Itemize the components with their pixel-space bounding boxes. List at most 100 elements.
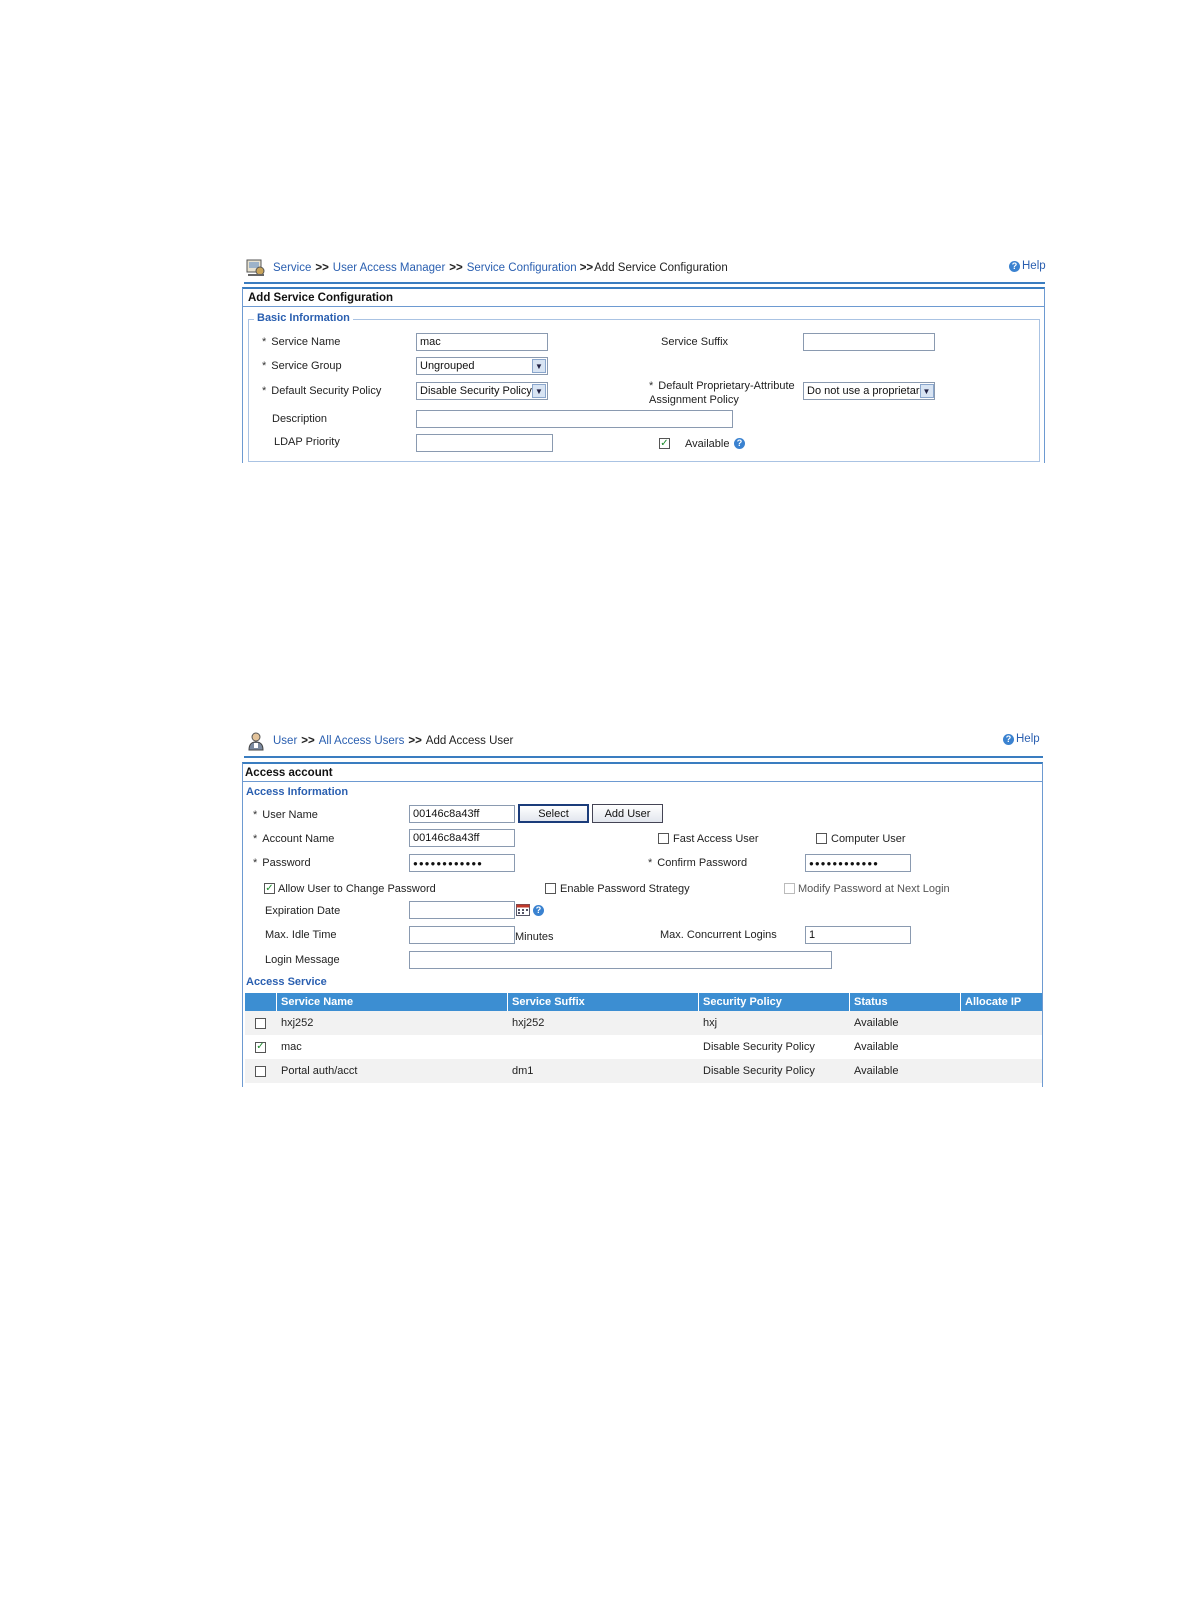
cell-allocate-ip bbox=[961, 1035, 1042, 1059]
row-checkbox[interactable] bbox=[255, 1065, 266, 1077]
cell-security-policy: Disable Security Policy bbox=[703, 1065, 815, 1077]
enable-password-strategy-checkbox[interactable] bbox=[545, 883, 556, 894]
header-rule bbox=[244, 756, 1043, 758]
breadcrumb-user-link[interactable]: User bbox=[273, 735, 297, 747]
cell-security-policy: Disable Security Policy bbox=[703, 1041, 815, 1053]
help-label: Help bbox=[1016, 733, 1040, 745]
cell-service-suffix: hxj252 bbox=[512, 1017, 545, 1029]
login-message-label: Login Message bbox=[265, 954, 340, 966]
breadcrumb-user-access-manager-link[interactable]: User Access Manager bbox=[333, 262, 446, 274]
chevron-down-icon[interactable]: ▼ bbox=[532, 359, 546, 373]
breadcrumb-separator: >> bbox=[301, 735, 315, 747]
help-icon: ? bbox=[1009, 260, 1020, 272]
cell-allocate-ip bbox=[961, 1011, 1042, 1035]
service-suffix-label: Service Suffix bbox=[661, 336, 729, 348]
description-label: Description bbox=[272, 413, 328, 425]
breadcrumb-service-configuration-link[interactable]: Service Configuration bbox=[467, 262, 577, 274]
select-button[interactable]: Select bbox=[518, 804, 589, 823]
breadcrumb-all-access-users-link[interactable]: All Access Users bbox=[319, 735, 405, 747]
access-service-table: Service Name Service Suffix Security Pol… bbox=[245, 993, 1042, 1083]
service-name-input[interactable]: mac bbox=[416, 333, 548, 351]
column-header-security-policy[interactable]: Security Policy bbox=[699, 993, 850, 1011]
breadcrumb-separator: >> bbox=[579, 262, 594, 274]
ldap-priority-input[interactable] bbox=[416, 434, 553, 452]
header-rule bbox=[244, 282, 1045, 284]
service-suffix-input[interactable] bbox=[803, 333, 935, 351]
cell-service-suffix: dm1 bbox=[512, 1065, 534, 1077]
modify-password-next-login-checkbox bbox=[784, 883, 795, 894]
breadcrumb-current: Add Service Configuration bbox=[594, 262, 728, 274]
table-header: Service Name Service Suffix Security Pol… bbox=[245, 993, 1042, 1011]
allow-change-password-checkbox[interactable]: ✓ bbox=[264, 883, 275, 894]
panel-title: Add Service Configuration bbox=[242, 287, 1045, 307]
cell-service-name: Portal auth/acct bbox=[281, 1065, 358, 1077]
fast-access-user-checkbox[interactable] bbox=[658, 833, 669, 844]
expiration-date-info-icon[interactable]: ? bbox=[533, 905, 544, 916]
breadcrumb: Service >> User Access Manager >> Servic… bbox=[246, 258, 728, 278]
computer-user-checkbox[interactable] bbox=[816, 833, 827, 844]
chevron-down-icon[interactable]: ▼ bbox=[919, 384, 934, 398]
breadcrumb-current: Add Access User bbox=[425, 735, 514, 747]
ldap-priority-label: LDAP Priority bbox=[274, 436, 340, 448]
default-proprietary-select[interactable]: Do not use a proprietar ▼ bbox=[803, 382, 935, 400]
column-header-status[interactable]: Status bbox=[850, 993, 961, 1011]
allow-change-password-label: Allow User to Change Password bbox=[278, 883, 436, 895]
help-link[interactable]: ? Help bbox=[1003, 733, 1040, 745]
cell-service-name: hxj252 bbox=[281, 1017, 314, 1029]
available-info-icon[interactable]: ? bbox=[734, 438, 745, 449]
help-link[interactable]: ? Help bbox=[1009, 260, 1046, 272]
breadcrumb-separator: >> bbox=[449, 262, 463, 274]
cell-status: Available bbox=[854, 1017, 899, 1029]
user-name-input[interactable]: 00146c8a43ff bbox=[409, 805, 515, 823]
max-concurrent-logins-label: Max. Concurrent Logins bbox=[660, 929, 777, 941]
service-page-icon bbox=[246, 259, 265, 276]
password-label: * Password bbox=[253, 857, 311, 869]
expiration-date-input[interactable] bbox=[409, 901, 515, 919]
confirm-password-label: * Confirm Password bbox=[648, 857, 748, 869]
description-input[interactable] bbox=[416, 410, 733, 428]
table-row[interactable]: Portal auth/acct dm1 Disable Security Po… bbox=[245, 1059, 1042, 1083]
row-checkbox[interactable] bbox=[255, 1017, 266, 1029]
user-page-icon bbox=[248, 732, 264, 751]
column-header-allocate-ip[interactable]: Allocate IP bbox=[961, 993, 1042, 1011]
service-group-select[interactable]: Ungrouped ▼ bbox=[416, 357, 548, 375]
column-header-service-suffix[interactable]: Service Suffix bbox=[508, 993, 699, 1011]
breadcrumb: User >> All Access Users >> Add Access U… bbox=[246, 731, 513, 751]
calendar-icon[interactable] bbox=[516, 904, 530, 916]
available-checkbox[interactable]: ✓ bbox=[659, 438, 670, 449]
expiration-date-label: Expiration Date bbox=[265, 905, 341, 917]
max-concurrent-logins-input[interactable]: 1 bbox=[805, 926, 911, 944]
default-security-policy-value: Disable Security Policy bbox=[420, 385, 532, 397]
service-group-label: * Service Group bbox=[262, 360, 342, 372]
select-column-header bbox=[245, 993, 277, 1011]
breadcrumb-separator: >> bbox=[408, 735, 422, 747]
max-idle-time-input[interactable] bbox=[409, 926, 515, 944]
login-message-input[interactable] bbox=[409, 951, 832, 969]
account-name-label: * Account Name bbox=[253, 833, 335, 845]
cell-allocate-ip bbox=[961, 1059, 1042, 1083]
access-service-legend: Access Service bbox=[244, 976, 329, 988]
confirm-password-input[interactable]: ●●●●●●●●●●●● bbox=[805, 854, 911, 872]
basic-information-legend: Basic Information bbox=[254, 312, 353, 324]
table-row[interactable]: hxj252 hxj252 hxj Available bbox=[245, 1011, 1042, 1035]
password-input[interactable]: ●●●●●●●●●●●● bbox=[409, 854, 515, 872]
breadcrumb-service-link[interactable]: Service bbox=[273, 262, 311, 274]
computer-user-label: Computer User bbox=[831, 833, 906, 845]
access-information-legend: Access Information bbox=[244, 786, 351, 798]
help-label: Help bbox=[1022, 260, 1046, 272]
row-checkbox[interactable]: ✓ bbox=[255, 1041, 266, 1053]
breadcrumb-separator: >> bbox=[315, 262, 329, 274]
service-name-label: * Service Name bbox=[262, 336, 341, 348]
user-name-label: * User Name bbox=[253, 809, 318, 821]
service-group-value: Ungrouped bbox=[420, 360, 475, 372]
add-user-button[interactable]: Add User bbox=[592, 804, 663, 823]
cell-service-name: mac bbox=[281, 1041, 302, 1053]
modify-password-next-login-label: Modify Password at Next Login bbox=[798, 883, 950, 895]
default-security-policy-select[interactable]: Disable Security Policy ▼ bbox=[416, 382, 548, 400]
account-name-input[interactable]: 00146c8a43ff bbox=[409, 829, 515, 847]
chevron-down-icon[interactable]: ▼ bbox=[532, 384, 546, 398]
cell-service-suffix bbox=[508, 1035, 699, 1059]
cell-status: Available bbox=[854, 1041, 899, 1053]
column-header-service-name[interactable]: Service Name bbox=[277, 993, 508, 1011]
table-row[interactable]: ✓ mac Disable Security Policy Available bbox=[245, 1035, 1042, 1059]
